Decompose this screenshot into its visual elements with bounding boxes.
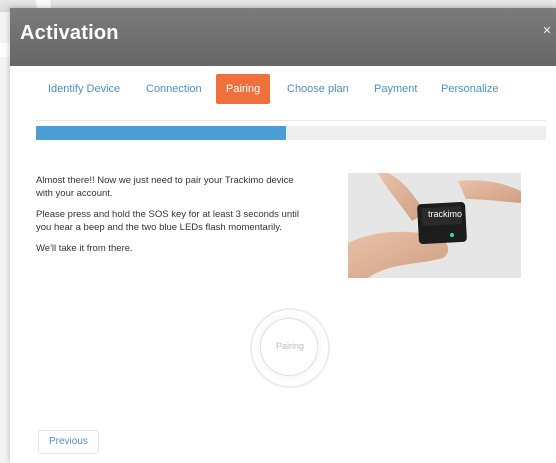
instruction-paragraph: Almost there!! Now we just need to pair … [36,175,294,199]
step-tabs: Identify Device Connection Pairing Choos… [10,72,556,106]
device-photo: trackimo [348,173,521,278]
spinner-label: Pairing [275,341,304,351]
tab-choose-plan[interactable]: Choose plan [287,76,349,102]
previous-button[interactable]: Previous [38,430,99,454]
progress-fill [36,126,286,140]
tab-pairing[interactable]: Pairing [216,74,271,104]
hand-holding-device-image [348,173,521,278]
dialog-header: Activation ✕ [10,8,556,66]
tabs-divider [36,120,546,121]
instruction-paragraph: We'll take it from there. [36,243,133,254]
instruction-paragraph: Please press and hold the SOS key for at… [36,209,299,233]
tab-identify-device[interactable]: Identify Device [48,76,120,102]
dialog-title: Activation [20,22,119,44]
tab-connection[interactable]: Connection [146,76,202,102]
tab-personalize[interactable]: Personalize [441,76,498,102]
close-icon[interactable]: ✕ [540,24,554,38]
activation-dialog: Activation ✕ Identify Device Connection … [10,8,556,463]
device-brand-label: trackimo [428,209,463,219]
tab-payment[interactable]: Payment [374,76,417,102]
instructions: Almost there!! Now we just need to pair … [36,174,306,263]
pairing-spinner: Pairing [250,308,330,388]
progress-bar [36,126,546,140]
